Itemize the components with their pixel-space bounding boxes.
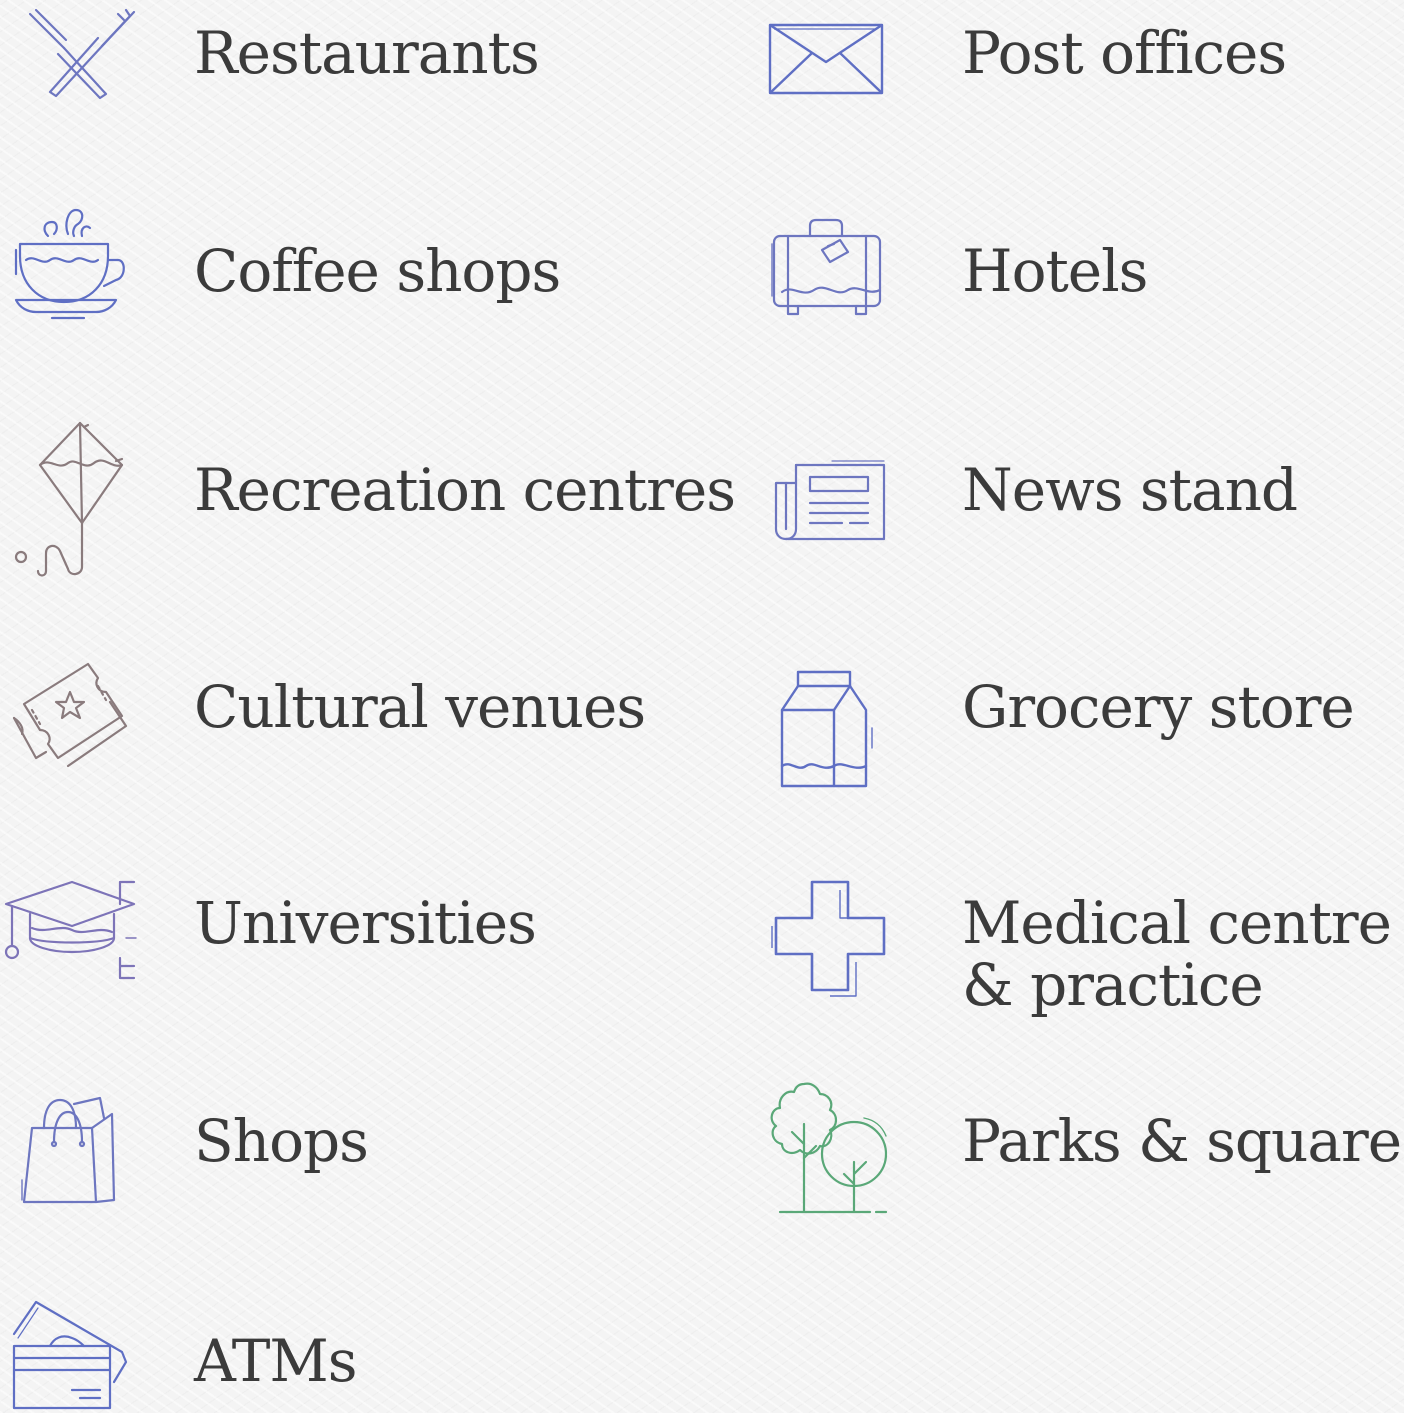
newspaper-icon — [772, 459, 888, 545]
amenity-hotels: Hotels — [760, 200, 1404, 330]
envelope-icon — [768, 22, 884, 96]
amenity-coffee-shops: Coffee shops — [0, 200, 720, 330]
milk-carton-icon — [778, 668, 878, 790]
amenity-recreation-centres: Recreation centres — [0, 415, 736, 580]
amenity-universities: Universities — [0, 860, 720, 1010]
amenity-label: Cultural venues — [194, 673, 646, 741]
amenity-label: ATMs — [194, 1327, 358, 1395]
amenity-news-stand: News stand — [760, 415, 1404, 580]
fork-knife-icon — [22, 8, 142, 103]
medical-cross-icon — [770, 878, 890, 998]
shopping-bag-icon — [20, 1092, 120, 1208]
amenity-restaurants: Restaurants — [0, 0, 720, 120]
amenity-cultural-venues: Cultural venues — [0, 640, 720, 790]
amenity-label: Shops — [194, 1107, 369, 1175]
kite-icon — [12, 419, 132, 579]
coffee-cup-icon — [12, 204, 132, 324]
amenity-label: Parks & squares — [962, 1107, 1404, 1175]
amenity-label: Hotels — [962, 237, 1148, 305]
amenity-label: Medical centre & practice — [962, 889, 1392, 1019]
graduation-cap-icon — [2, 874, 138, 984]
ticket-icon — [10, 658, 132, 774]
suitcase-icon — [770, 218, 886, 316]
amenity-post-offices: Post offices — [760, 0, 1404, 120]
amenity-label: Universities — [194, 889, 537, 957]
amenity-grocery-store: Grocery store — [760, 640, 1404, 790]
amenity-shops: Shops — [0, 1080, 720, 1220]
credit-card-icon — [10, 1298, 130, 1412]
amenity-atms: ATMs — [0, 1290, 720, 1413]
amenity-label: Post offices — [962, 19, 1287, 87]
amenity-label: Recreation centres — [194, 456, 736, 524]
trees-icon — [764, 1080, 888, 1216]
amenity-label: Grocery store — [962, 673, 1355, 741]
amenity-label: Restaurants — [194, 19, 540, 87]
amenity-parks-squares: Parks & squares — [760, 1080, 1404, 1220]
amenity-medical-centre: Medical centre & practice — [760, 860, 1404, 1030]
amenity-label: Coffee shops — [194, 237, 561, 305]
amenity-label: News stand — [962, 456, 1298, 524]
